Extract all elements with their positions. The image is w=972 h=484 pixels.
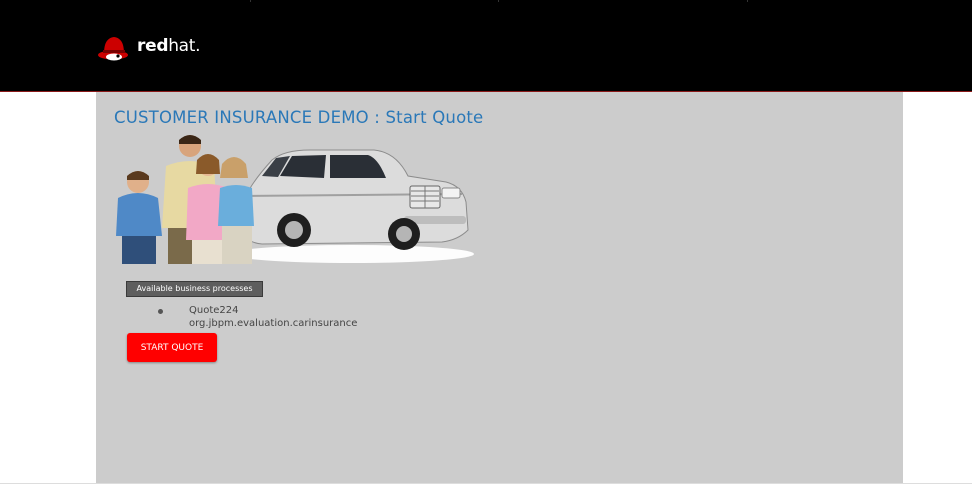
page-title: CUSTOMER INSURANCE DEMO : Start Quote	[114, 108, 484, 127]
main-content-panel: CUSTOMER INSURANCE DEMO : Start Quote Av…	[96, 92, 903, 484]
family-with-suv-image	[116, 135, 474, 264]
start-quote-button[interactable]: START QUOTE	[127, 333, 217, 362]
available-processes-label: Available business processes	[126, 281, 263, 297]
header-divider	[250, 0, 251, 2]
header-divider	[747, 0, 748, 2]
top-header-bar: redhat.	[0, 0, 972, 92]
redhat-shadowman-icon	[98, 37, 128, 61]
process-name: Quote224	[189, 305, 239, 316]
process-item[interactable]: Quote224 org.jbpm.evaluation.carinsuranc…	[156, 304, 357, 330]
redhat-logo[interactable]: redhat.	[97, 30, 201, 62]
header-divider	[498, 0, 499, 2]
bullet-icon	[158, 309, 163, 314]
process-package: org.jbpm.evaluation.carinsurance	[189, 318, 358, 329]
process-list: Quote224 org.jbpm.evaluation.carinsuranc…	[156, 304, 357, 330]
brand-wordmark: redhat.	[137, 36, 201, 56]
